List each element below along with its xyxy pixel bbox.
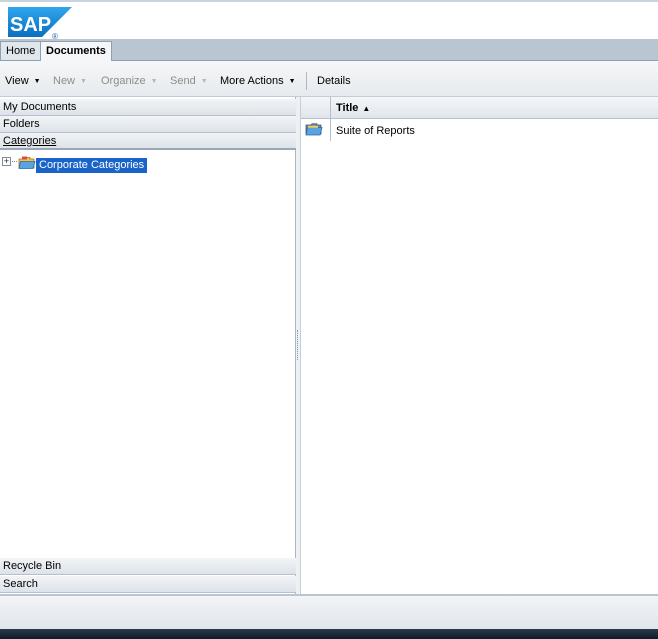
more-actions-label: More Actions: [220, 75, 284, 87]
categories-section[interactable]: Categories: [0, 133, 296, 150]
recycle-bin-section[interactable]: Recycle Bin: [0, 558, 296, 575]
list-item[interactable]: Suite of Reports: [301, 119, 658, 141]
chevron-down-icon: ▼: [200, 78, 208, 85]
left-navigation-pane: My Documents Folders Categories + Corpor…: [0, 97, 296, 594]
folders-section[interactable]: Folders: [0, 116, 296, 133]
status-bar: [0, 594, 658, 629]
more-actions-menu[interactable]: More Actions ▼: [220, 74, 296, 89]
bottom-frame: [0, 629, 658, 639]
tree-connector: [12, 161, 17, 162]
category-folder-icon: [18, 156, 36, 169]
new-label: New: [53, 75, 76, 87]
search-section[interactable]: Search: [0, 576, 296, 593]
new-menu[interactable]: New ▼: [53, 74, 87, 89]
chevron-down-icon: ▼: [33, 78, 41, 85]
details-button[interactable]: Details: [317, 74, 351, 88]
sap-logo: SAP ®: [8, 7, 72, 40]
expand-icon[interactable]: +: [2, 157, 11, 166]
send-label: Send: [170, 75, 196, 87]
chevron-down-icon: ▼: [150, 78, 158, 85]
view-label: View: [5, 75, 29, 87]
sort-ascending-icon: ▲: [362, 104, 371, 113]
title-column-label: Title: [336, 102, 359, 114]
logo-text: SAP: [10, 14, 51, 36]
icon-column-divider: [330, 119, 331, 141]
list-item-title[interactable]: Suite of Reports: [336, 125, 415, 137]
list-header: Title ▲: [301, 97, 658, 119]
tree-node-label[interactable]: Corporate Categories: [36, 158, 148, 173]
top-banner: SAP ®: [0, 0, 658, 40]
toolbar-separator: [306, 72, 307, 90]
toolbar: View ▼ New ▼ Organize ▼ Send ▼ More Actions ▼…: [0, 61, 658, 97]
tab-documents[interactable]: Documents: [40, 41, 112, 61]
organize-label: Organize: [101, 75, 146, 87]
document-list-pane: Title ▲ Suite of Reports: [301, 97, 658, 594]
chevron-down-icon: ▼: [288, 78, 296, 85]
my-documents-section[interactable]: My Documents: [0, 99, 296, 116]
icon-column-header[interactable]: [301, 97, 331, 119]
tab-strip: Home Documents: [0, 39, 658, 61]
chevron-down-icon: ▼: [80, 78, 87, 85]
folder-icon: [305, 123, 323, 136]
view-menu[interactable]: View ▼: [5, 74, 41, 89]
title-column-header[interactable]: Title ▲: [336, 102, 370, 114]
send-menu[interactable]: Send ▼: [170, 74, 208, 89]
organize-menu[interactable]: Organize ▼: [101, 74, 158, 89]
tab-home[interactable]: Home: [0, 41, 42, 60]
